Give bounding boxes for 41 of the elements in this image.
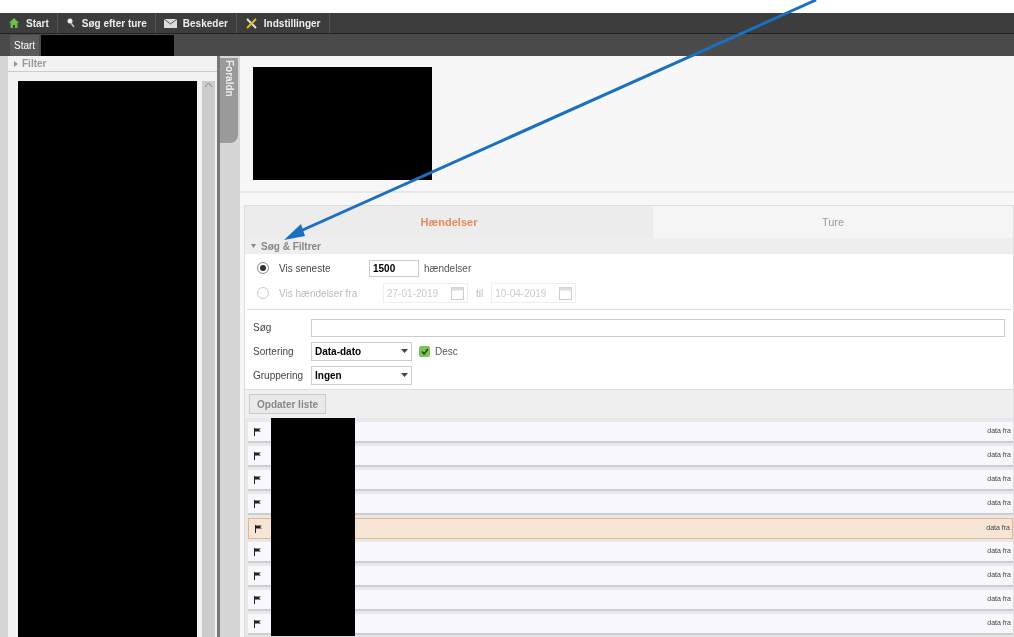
toolbar-button[interactable]: Beskeder	[155, 13, 237, 33]
tools-icon	[244, 16, 258, 30]
count-field[interactable]: 1500	[369, 259, 419, 277]
envelope-icon	[163, 18, 177, 28]
sort-dropdown[interactable]: Data-dato	[311, 341, 412, 361]
calendar-icon	[559, 286, 573, 300]
section-title: Søg & Filtrer	[261, 239, 321, 254]
field-label: Søg	[253, 321, 273, 335]
toolbar-button[interactable]: Søg efter ture	[57, 13, 156, 33]
flag-icon	[254, 427, 261, 436]
calendar-icon	[451, 286, 464, 300]
flag-icon	[254, 595, 261, 604]
radio-label: Vis hændelser fra	[279, 286, 359, 301]
radio-label: Vis seneste	[279, 261, 332, 276]
caret-icon	[401, 373, 408, 377]
scroll-up-icon	[205, 83, 212, 87]
checkbox[interactable]	[419, 345, 430, 357]
checkbox-label: Desc	[435, 344, 458, 359]
panel-title: Filter	[22, 57, 47, 71]
flag-icon	[254, 571, 261, 580]
flag-icon	[254, 451, 261, 460]
search-field[interactable]	[311, 318, 1005, 337]
toolbar-button[interactable]: Indstillinger	[236, 13, 330, 33]
home-icon	[8, 17, 20, 29]
flag-icon	[255, 524, 262, 533]
radio-button[interactable]	[257, 287, 269, 299]
caret-icon	[401, 349, 408, 353]
toolbar-button[interactable]: Start	[0, 13, 58, 33]
to-label: til	[476, 286, 484, 301]
field-label: Gruppering	[253, 368, 305, 383]
check-icon	[420, 347, 429, 355]
unit-label: hændelser	[424, 261, 472, 276]
group-dropdown[interactable]: Ingen	[311, 365, 412, 385]
radio-button[interactable]	[257, 262, 269, 274]
flag-icon	[254, 499, 261, 508]
document-tab[interactable]: Start	[10, 35, 40, 56]
flag-icon	[254, 619, 261, 628]
flag-icon	[254, 547, 261, 556]
flag-icon	[254, 475, 261, 484]
scrollbar[interactable]	[202, 81, 215, 637]
field-label: Sortering	[253, 344, 295, 359]
